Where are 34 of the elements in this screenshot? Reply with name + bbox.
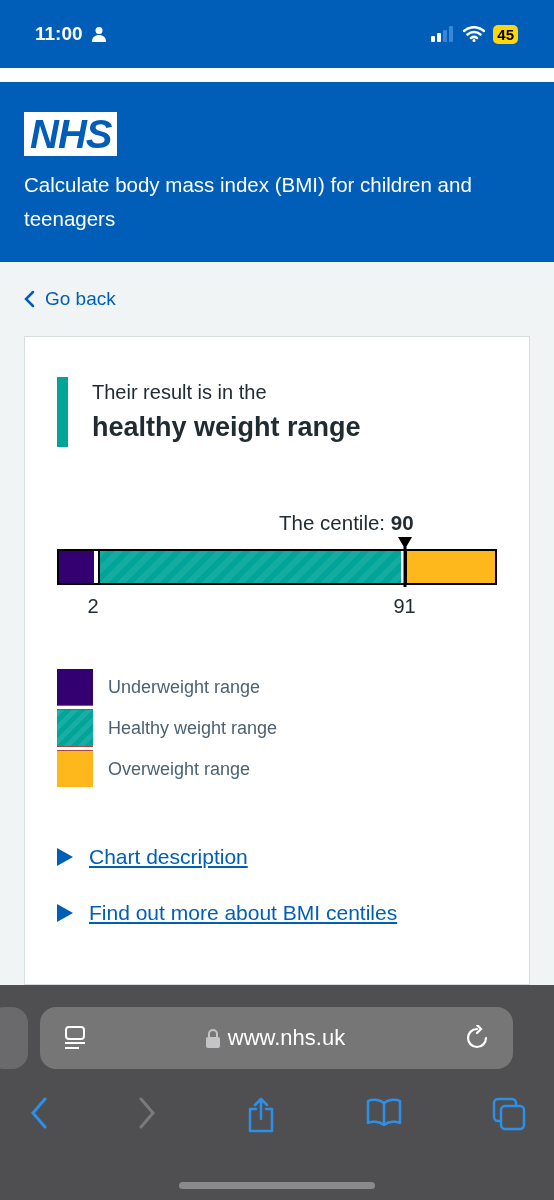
tick-label: 2 — [87, 595, 99, 618]
previous-tab[interactable] — [0, 1007, 28, 1069]
lock-icon — [205, 1028, 220, 1048]
result-intro: Their result is in the — [92, 380, 268, 405]
tabs-icon — [492, 1097, 526, 1131]
signal-icon — [431, 26, 456, 42]
legend-label: Underweight range — [108, 676, 261, 698]
share-icon — [246, 1097, 276, 1133]
triangle-icon — [57, 848, 73, 866]
reload-icon — [465, 1025, 489, 1051]
legend-label: Overweight range — [108, 758, 251, 780]
person-icon — [90, 26, 107, 42]
book-icon — [366, 1097, 402, 1127]
back-icon — [30, 1097, 48, 1129]
chevron-left-icon — [24, 290, 35, 308]
back-link[interactable]: Go back — [24, 288, 116, 310]
result-heading: healthy weight range — [92, 411, 361, 444]
wifi-icon — [463, 26, 486, 42]
status-time: 11:00 — [35, 23, 83, 45]
forward-icon — [138, 1097, 156, 1129]
tick-label: 91 — [393, 595, 416, 618]
battery-level: 45 — [493, 24, 518, 44]
triangle-icon — [57, 904, 73, 922]
centile-text: The centile: 90 — [279, 511, 414, 535]
details-link[interactable]: Find out more about BMI centiles — [57, 901, 398, 925]
details-link[interactable]: Chart description — [57, 845, 248, 869]
nhs-logo[interactable]: NHS — [24, 112, 118, 156]
share-button[interactable] — [246, 1097, 276, 1133]
service-title: Calculate body mass index (BMI) for children and teenagers — [24, 172, 473, 232]
tabs-button[interactable] — [492, 1097, 526, 1133]
legend-label: Healthy weight range — [108, 717, 278, 739]
address-bar[interactable]: www.nhs.uk — [40, 1007, 513, 1069]
reader-icon — [64, 1025, 86, 1051]
url-text: www.nhs.uk — [227, 1025, 346, 1051]
